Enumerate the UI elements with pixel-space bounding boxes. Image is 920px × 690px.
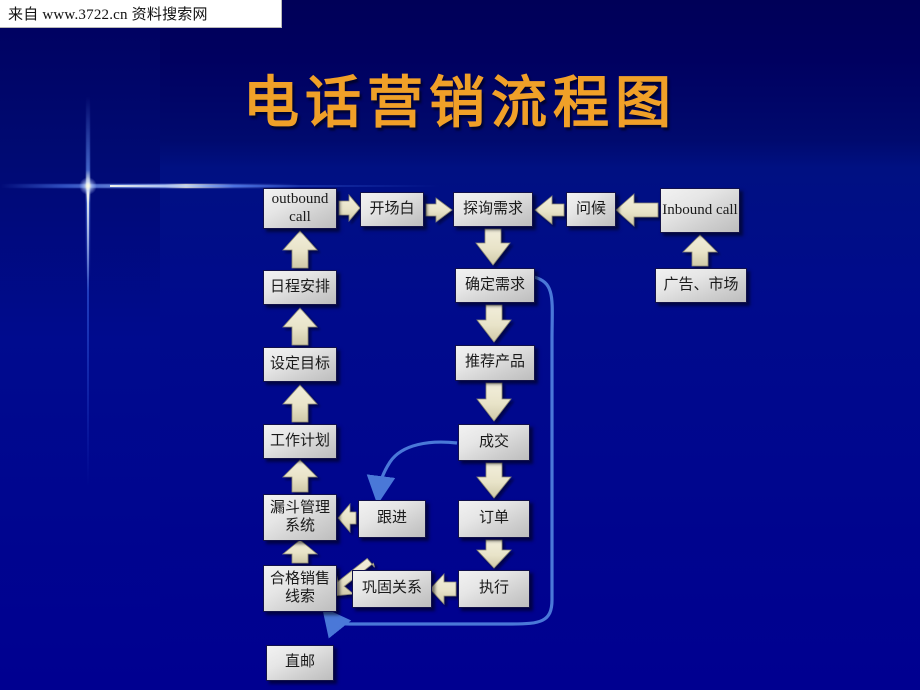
flow-node-label: 工作计划 xyxy=(269,432,330,449)
flow-node-confirm_needs[interactable]: 确定需求 xyxy=(455,268,535,303)
flow-node-direct_mail[interactable]: 直邮 xyxy=(266,645,334,681)
flow-node-label: 探询需求 xyxy=(462,200,523,217)
arrow-deal-to-order xyxy=(476,462,512,499)
flow-node-label: 漏斗管理系统 xyxy=(269,500,330,534)
watermark-text: 来自 www.3722.cn 资料搜索网 xyxy=(8,7,208,23)
arrow-lead-to-funnel xyxy=(281,539,319,564)
arrow-opening-to-explore xyxy=(425,197,453,223)
flow-node-ads_market[interactable]: 广告、市场 xyxy=(655,268,747,303)
flow-node-funnel_system[interactable]: 漏斗管理系统 xyxy=(263,494,337,541)
arrow-setgoal-to-schedule xyxy=(282,307,318,346)
flow-node-explore_needs[interactable]: 探询需求 xyxy=(453,192,533,227)
star-ray-horizontal xyxy=(0,184,300,188)
arrow-explore-to-confirm xyxy=(475,228,511,266)
flow-node-schedule[interactable]: 日程安排 xyxy=(263,270,337,305)
page-title: 电话营销流程图 xyxy=(243,73,677,135)
arrow-schedule-to-outbound xyxy=(282,230,318,269)
slide-canvas: 来自 www.3722.cn 资料搜索网 电话营销流程图 outbound ca… xyxy=(0,0,920,690)
flow-node-deal[interactable]: 成交 xyxy=(458,424,530,461)
arrow-order-to-execute xyxy=(476,539,512,569)
star-ray-vertical-inner xyxy=(87,186,89,486)
flow-node-label: Inbound call xyxy=(662,201,738,218)
flow-node-label: 确定需求 xyxy=(464,276,525,293)
flow-node-follow_up[interactable]: 跟进 xyxy=(358,500,426,538)
flow-node-label: 问候 xyxy=(575,200,606,217)
flow-node-inbound_call[interactable]: Inbound call xyxy=(660,188,740,233)
flow-node-label: 广告、市场 xyxy=(663,276,739,293)
flow-node-consolidate[interactable]: 巩固关系 xyxy=(352,570,432,608)
flow-node-opening[interactable]: 开场白 xyxy=(360,192,424,227)
flow-node-execute[interactable]: 执行 xyxy=(458,570,530,608)
flow-node-qualified_lead[interactable]: 合格销售线索 xyxy=(263,565,337,612)
flow-node-label: 成交 xyxy=(478,433,509,450)
curve-deal-to-followup xyxy=(366,440,458,505)
arrow-execute-to-consolidate xyxy=(429,572,457,606)
flow-node-label: 推荐产品 xyxy=(464,354,525,371)
watermark-banner: 来自 www.3722.cn 资料搜索网 xyxy=(0,0,282,28)
arrow-funnel-to-workplan xyxy=(282,459,318,493)
flow-node-label: 巩固关系 xyxy=(361,580,422,597)
flow-node-label: 订单 xyxy=(478,510,509,527)
flow-node-set_goal[interactable]: 设定目标 xyxy=(263,347,337,382)
arrow-greeting-to-explore xyxy=(534,195,565,225)
flow-node-order[interactable]: 订单 xyxy=(458,500,530,538)
flow-node-work_plan[interactable]: 工作计划 xyxy=(263,424,337,459)
flow-node-recommend[interactable]: 推荐产品 xyxy=(455,345,535,381)
flow-node-label: outbound call xyxy=(271,191,329,225)
star-core xyxy=(79,177,97,195)
arrow-ads-to-inbound xyxy=(682,234,718,267)
flow-node-label: 设定目标 xyxy=(269,355,330,372)
flow-node-outbound_call[interactable]: outbound call xyxy=(263,188,337,229)
flow-node-greeting[interactable]: 问候 xyxy=(566,192,616,227)
flow-node-label: 执行 xyxy=(478,580,509,597)
arrow-followup-to-funnel xyxy=(337,502,357,534)
flow-node-label: 跟进 xyxy=(376,510,407,527)
arrow-confirm-to-recommend xyxy=(476,304,512,343)
flow-node-label: 开场白 xyxy=(369,200,415,217)
arrow-recommend-to-deal xyxy=(476,382,512,422)
arrow-outbound-to-opening xyxy=(338,193,361,223)
flow-node-label: 直邮 xyxy=(284,654,315,671)
flow-node-label: 日程安排 xyxy=(269,278,330,295)
star-ray-horizontal-inner xyxy=(110,185,440,187)
arrow-workplan-to-setgoal xyxy=(282,384,318,423)
arrow-inbound-to-greeting xyxy=(615,193,659,227)
flow-node-label: 合格销售线索 xyxy=(269,571,330,605)
